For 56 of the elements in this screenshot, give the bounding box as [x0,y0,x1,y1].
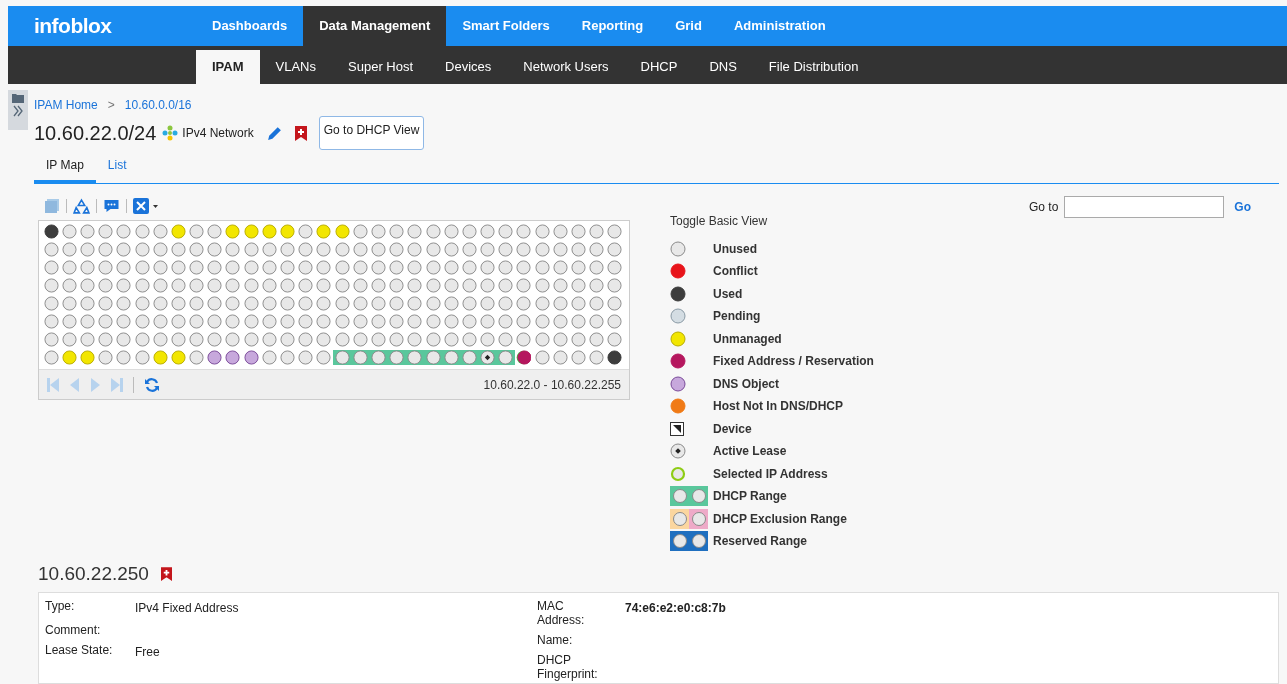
comment-icon[interactable] [103,198,120,214]
field-value: Free [135,644,160,661]
network-type: IPv4 Network [182,125,254,142]
goto-field[interactable] [1064,196,1225,218]
legend-label: Fixed Address / Reservation [713,353,874,370]
sub-nav-tab[interactable]: Super Host [332,50,430,84]
legend-label: Active Lease [713,443,787,460]
field-label: Type: [45,599,76,615]
sub-nav-tab[interactable]: Network Users [507,50,625,84]
legend-label: Host Not In DNS/DHCP [713,398,843,415]
bookmark-icon[interactable] [160,566,172,581]
side-panel-toggle[interactable] [8,90,28,130]
field-label: DHCP Fingerprint: [537,653,599,681]
view-tab[interactable]: IP Map [34,156,96,183]
field-label: Lease State: [45,643,114,659]
sub-nav-tab[interactable]: File Distribution [752,50,875,84]
legend-label: DHCP Range [713,488,787,505]
refresh-icon[interactable] [144,376,160,393]
network-title: 10.60.22.0/24 [34,121,157,146]
breadcrumb-separator: > [107,97,115,114]
field-label: Comment: [45,623,102,637]
ip-detail-title: 10.60.22.250 [38,561,149,586]
sub-nav-tab[interactable]: VLANs [259,50,332,84]
delete-dropdown-icon[interactable] [133,198,159,214]
field-label: MAC Address: [537,599,586,627]
view-tab[interactable]: List [95,156,139,183]
legend-label: DHCP Exclusion Range [713,510,847,528]
main-nav-tab[interactable]: Data Management [303,6,447,46]
legend-label: Used [713,285,743,303]
field-value: 74:e6:e2:e0:c8:7b [625,600,726,617]
legend-label: DNS Object [713,375,779,393]
breadcrumb-link[interactable]: 10.60.0.0/16 [124,96,192,114]
legend-label: Unused [713,240,757,258]
legend-label: Reserved Range [713,533,808,550]
legend-label: Device [713,420,752,438]
goto-label: Go to [1028,199,1059,216]
sub-nav-tab[interactable]: DNS [693,50,753,84]
go-button[interactable]: Go [1234,198,1251,216]
field-value: IPv4 Fixed Address [135,600,239,617]
breadcrumb-link[interactable]: IPAM Home [34,96,98,114]
double-chevron-icon [12,104,24,118]
legend-label: Conflict [713,263,758,280]
dhcp-view-button[interactable]: Go to DHCP View [318,116,425,150]
sub-nav-tab[interactable]: IPAM [196,50,260,84]
toggle-basic-view-link[interactable]: Toggle Basic View [670,212,874,230]
field-label: Name: [537,633,574,647]
folder-icon [11,92,25,104]
legend-label: Unmanaged [713,330,782,348]
legend-label: Pending [713,308,761,325]
network-icon [162,125,179,141]
sub-nav-tab[interactable]: DHCP [624,50,694,84]
legend-label: Selected IP Address [713,465,828,483]
ip-range-label: 10.60.22.0 - 10.60.22.255 [483,376,621,394]
pencil-icon[interactable] [265,124,283,142]
bookmark-icon[interactable] [294,125,307,141]
sub-nav-tab[interactable]: Devices [429,50,508,84]
